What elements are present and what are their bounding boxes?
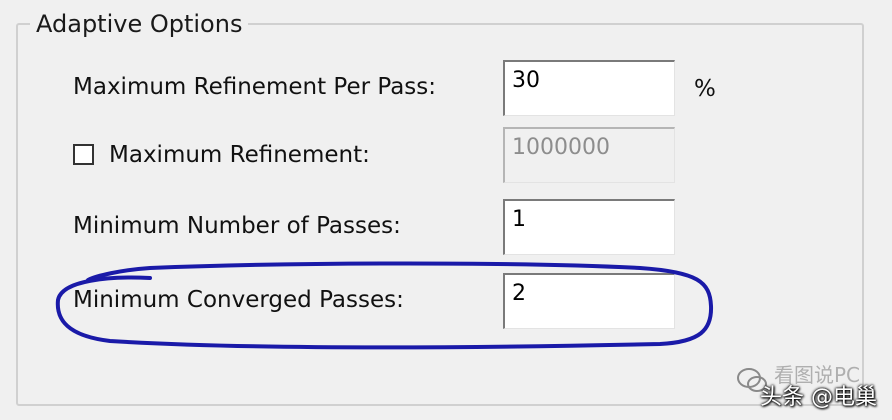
watermark-line2: 头条 @电巢 xyxy=(760,385,877,410)
adaptive-options-dialog: Adaptive Options Maximum Refinement Per … xyxy=(0,0,892,420)
watermark: 看图说PC 头条 @电巢 xyxy=(736,357,886,413)
